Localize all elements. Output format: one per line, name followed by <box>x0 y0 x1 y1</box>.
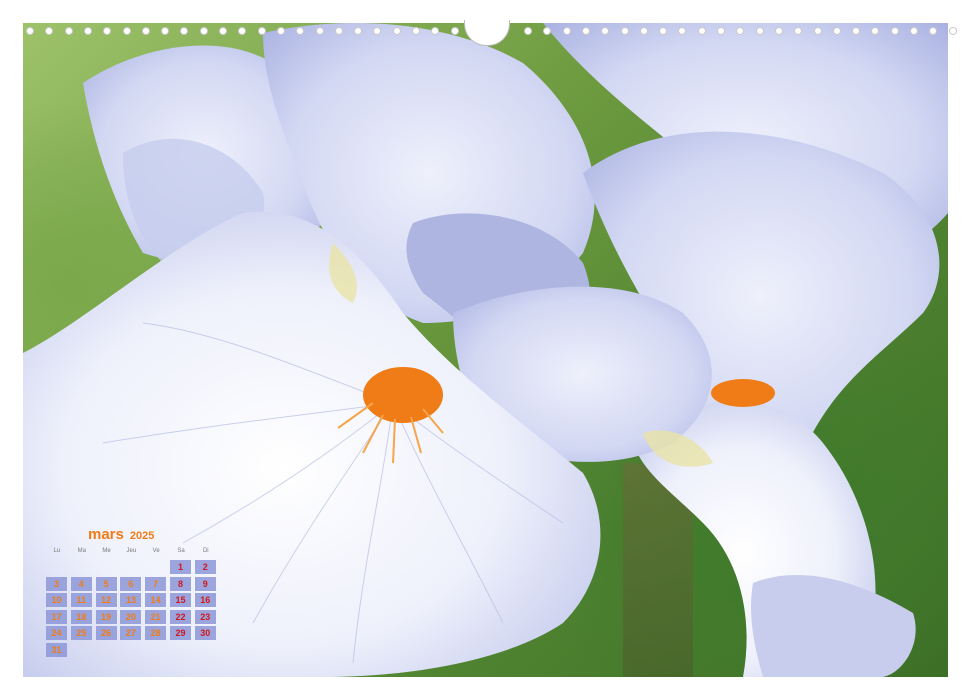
calendar-day: 22 <box>170 609 191 624</box>
weekday-label: Sa <box>177 548 185 554</box>
weekday-label: Me <box>102 548 111 554</box>
weekday-label: Ve <box>152 548 160 554</box>
calendar-day: 10 <box>46 593 67 608</box>
calendar-day: 2 <box>194 560 216 574</box>
binding-hole <box>450 27 459 35</box>
binding-hole <box>412 27 420 35</box>
binding-hole <box>161 27 170 35</box>
calendar-day: 30 <box>194 626 216 641</box>
calendar-day: 23 <box>194 609 216 624</box>
weekday-header: Lu Ma Me Jeu Ve Sa Di <box>46 548 220 557</box>
binding-hole <box>354 27 363 35</box>
calendar-day: 20 <box>120 609 142 624</box>
calendar-day: 13 <box>120 593 142 608</box>
weekday-label: Ma <box>77 548 86 554</box>
calendar-title: mars 2025 <box>88 526 154 544</box>
calendar-day: 11 <box>70 593 92 608</box>
calendar-day: 7 <box>145 576 167 591</box>
binding-hole <box>315 27 324 35</box>
binding-hole <box>524 27 532 35</box>
calendar-day: 14 <box>145 593 167 608</box>
binding-hole <box>334 27 343 35</box>
calendar-day: 16 <box>194 593 216 608</box>
binding-hole <box>736 27 745 35</box>
calendar-month: mars <box>88 526 124 543</box>
binding-hole <box>562 27 571 35</box>
calendar-day: 28 <box>145 626 167 641</box>
calendar-day: 19 <box>95 609 117 624</box>
weekday-label: Lu <box>53 548 61 554</box>
calendar-day: 17 <box>46 609 67 624</box>
binding-hole <box>431 27 440 35</box>
binding-hole <box>103 27 112 35</box>
binding-hole <box>257 27 266 35</box>
calendar-day: 21 <box>145 609 167 624</box>
calendar-day: 4 <box>70 576 92 591</box>
binding-hole <box>199 27 208 35</box>
calendar-day: 8 <box>170 576 191 591</box>
binding-hole <box>296 27 305 35</box>
calendar-day: 12 <box>95 593 117 608</box>
binding-hole <box>890 27 899 35</box>
binding-hole <box>373 27 382 35</box>
binding-hole <box>659 27 668 35</box>
binding-hole <box>238 27 247 35</box>
calendar-day: 29 <box>170 626 191 641</box>
calendar-day: 15 <box>170 593 191 608</box>
calendar-day: 24 <box>46 626 67 641</box>
weekday-label: Di <box>202 548 209 554</box>
binding-hole <box>697 27 706 35</box>
calendar-day: 18 <box>70 609 92 624</box>
binding-hole <box>639 27 648 35</box>
calendar-day: 6 <box>120 576 142 591</box>
binding-hole <box>122 27 131 35</box>
binding-hole <box>678 27 687 35</box>
binding-hole <box>581 27 590 35</box>
binding-hole <box>64 27 73 35</box>
binding-hole <box>755 27 764 35</box>
binding-hole <box>929 27 938 35</box>
calendar-year: 2025 <box>129 530 155 542</box>
calendar-day: 31 <box>46 643 67 657</box>
binding-hole <box>620 27 629 35</box>
binding-hole <box>948 27 957 35</box>
calendar-day: 5 <box>95 576 117 591</box>
binding-hole <box>26 27 34 35</box>
calendar-day: 9 <box>194 576 216 591</box>
weekday-label: Jeu <box>126 548 137 554</box>
calendar-day: 27 <box>120 626 142 641</box>
binding-hole <box>141 27 150 35</box>
binding-hole <box>871 27 880 35</box>
binding-hole <box>717 27 725 35</box>
binding-hole <box>83 27 92 35</box>
binding-hole <box>794 27 803 35</box>
binding-hole <box>45 27 54 35</box>
binding-hole <box>774 27 783 35</box>
calendar-day: 3 <box>46 576 67 591</box>
calendar-day: 26 <box>95 626 117 641</box>
binding-hole <box>276 27 285 35</box>
binding-hole <box>813 27 822 35</box>
spiral-binding <box>0 27 971 41</box>
binding-hole <box>543 27 552 35</box>
binding-hole <box>852 27 861 35</box>
binding-hole <box>392 27 401 35</box>
binding-hole <box>910 27 918 35</box>
calendar-day: 1 <box>170 560 191 574</box>
binding-hole <box>832 27 841 35</box>
binding-hole <box>601 27 610 35</box>
binding-hole <box>180 27 189 35</box>
binding-hole <box>219 27 227 35</box>
calendar-day: 25 <box>70 626 92 641</box>
